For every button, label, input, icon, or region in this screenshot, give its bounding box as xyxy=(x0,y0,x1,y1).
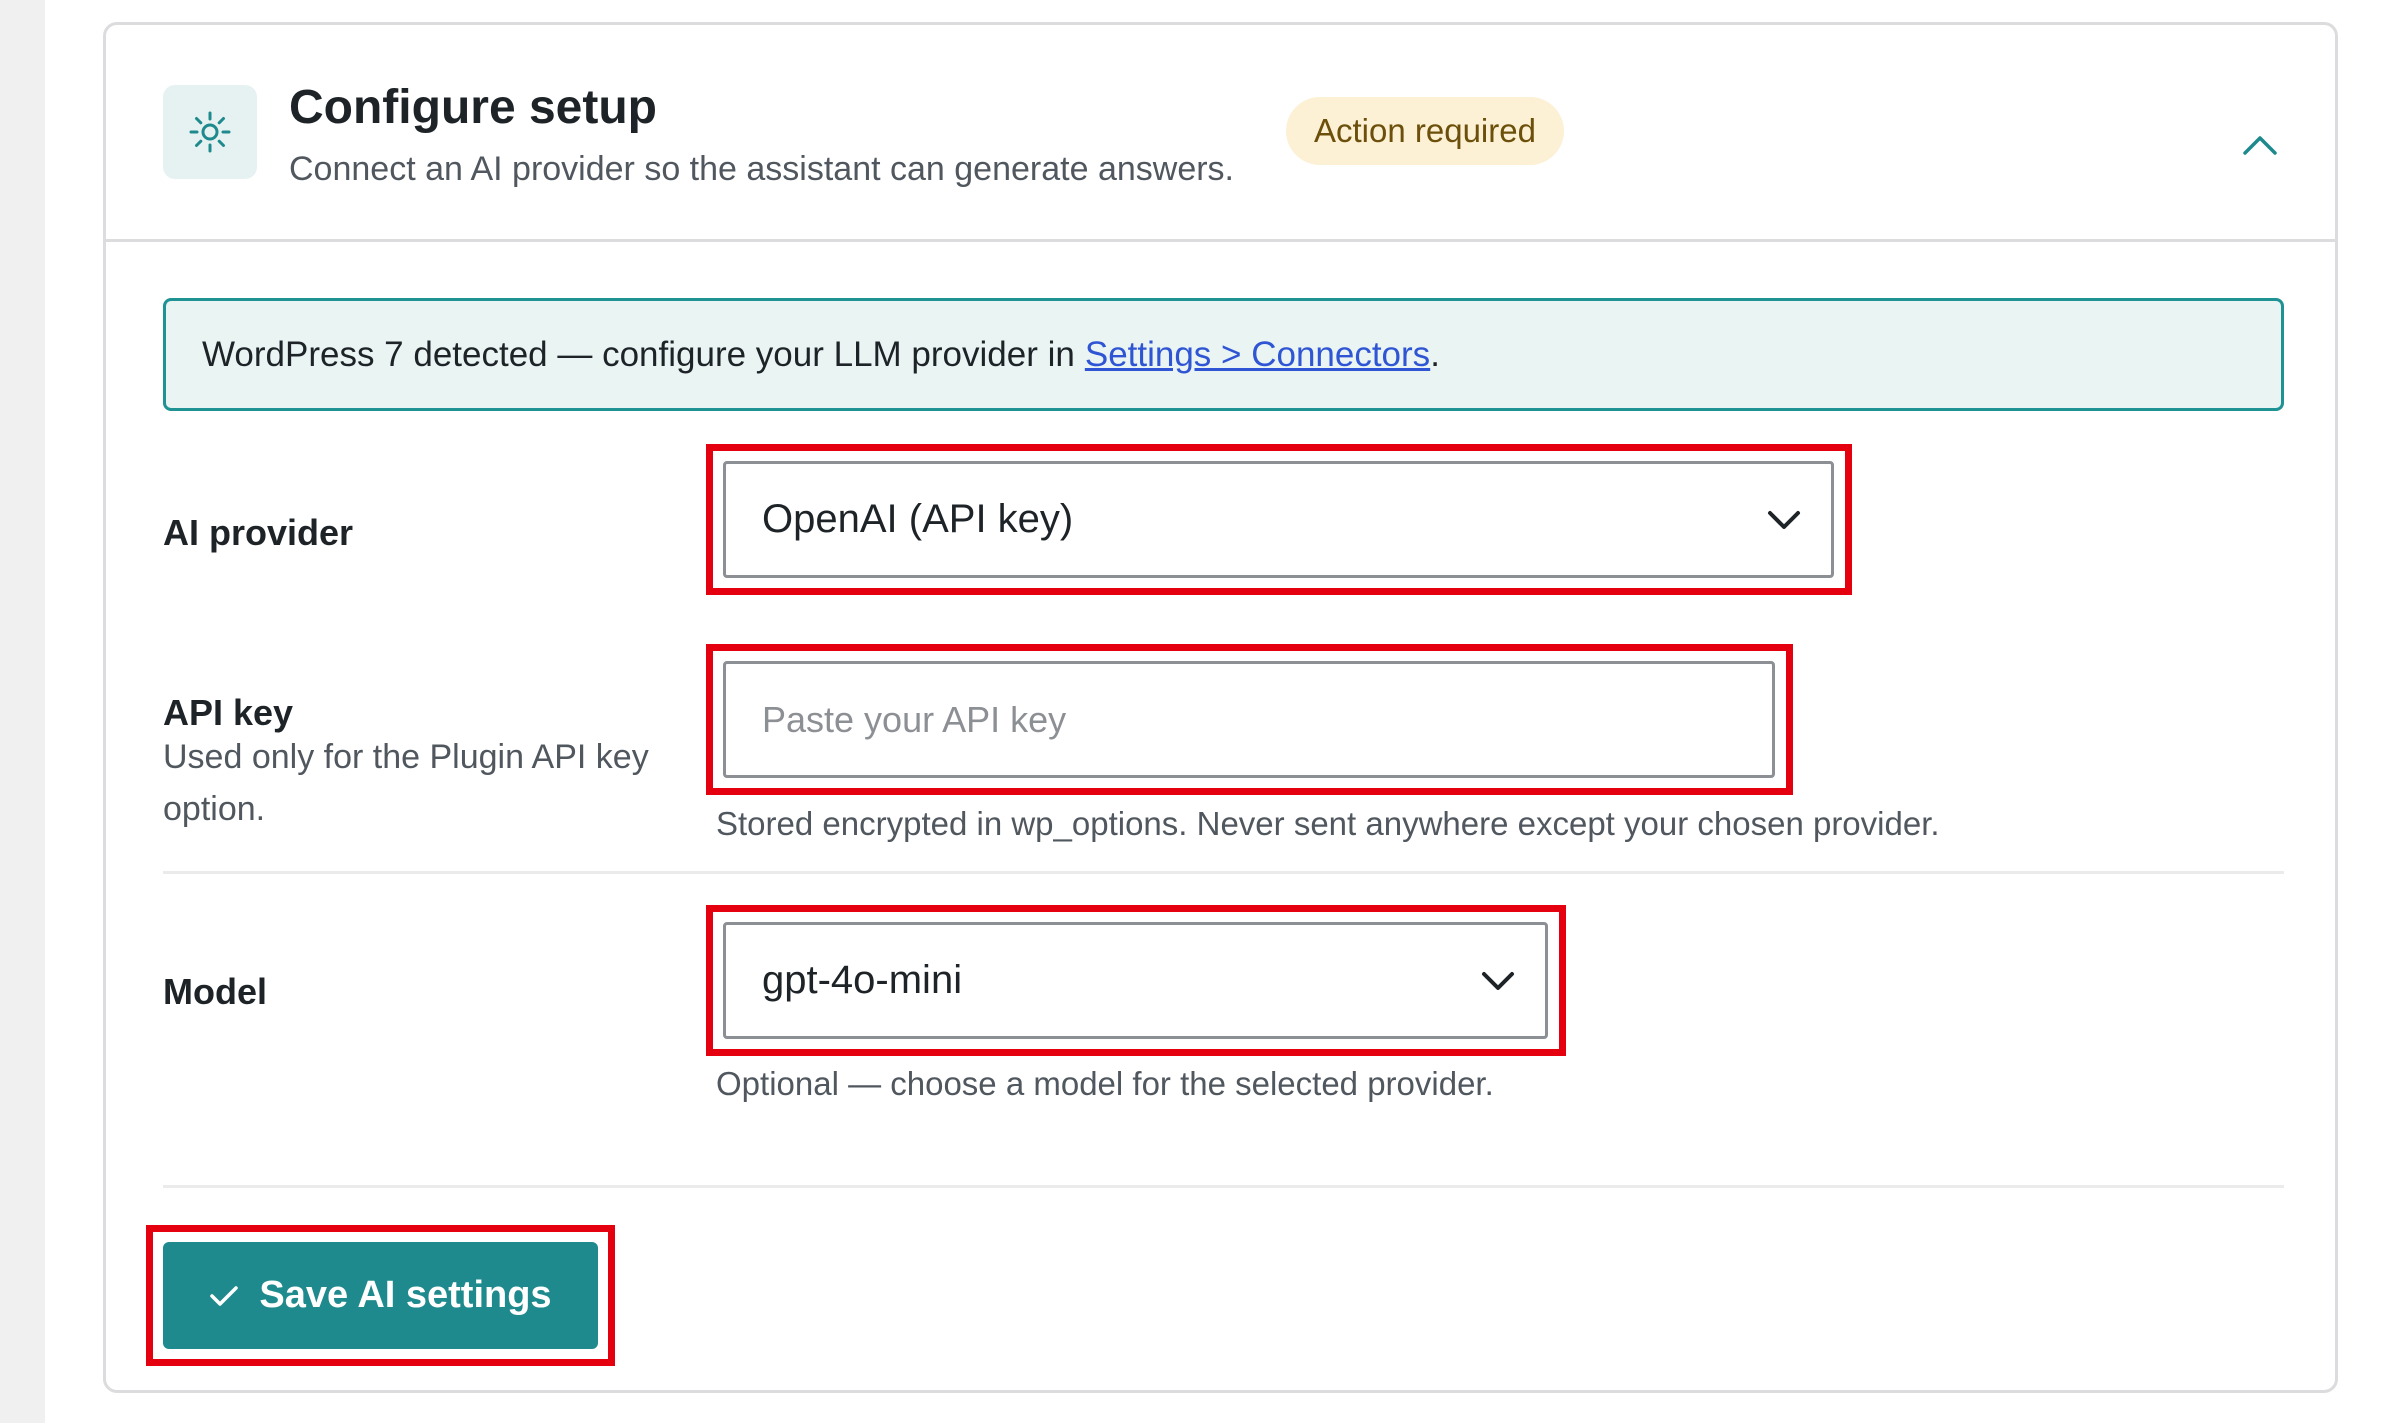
chevron-down-icon xyxy=(1482,971,1514,990)
model-help: Optional — choose a model for the select… xyxy=(716,1065,1494,1102)
ai-provider-label: AI provider xyxy=(163,512,354,553)
card-header[interactable]: Configure setup Connect an AI provider s… xyxy=(106,25,2335,242)
chevron-down-icon xyxy=(1768,510,1800,529)
save-ai-settings-button[interactable]: Save AI settings xyxy=(163,1242,598,1349)
api-key-input[interactable] xyxy=(723,661,1775,778)
model-select[interactable]: gpt-4o-mini xyxy=(723,922,1548,1039)
notice-suffix: . xyxy=(1430,334,1440,374)
api-key-label: API key xyxy=(163,692,294,733)
save-button-label: Save AI settings xyxy=(259,1274,552,1316)
chevron-up-icon xyxy=(2243,136,2277,155)
model-label: Model xyxy=(163,971,267,1012)
configure-setup-card: Configure setup Connect an AI provider s… xyxy=(103,22,2338,1393)
wordpress-notice: WordPress 7 detected — configure your LL… xyxy=(163,298,2284,411)
settings-connectors-link[interactable]: Settings > Connectors xyxy=(1085,335,1430,375)
collapse-button[interactable] xyxy=(2235,120,2285,170)
card-title: Configure setup xyxy=(289,81,657,134)
notice-text: WordPress 7 detected — configure your LL… xyxy=(202,334,1075,374)
api-key-help: Stored encrypted in wp_options. Never se… xyxy=(716,805,1940,842)
api-key-description: Used only for the Plugin API key option. xyxy=(163,738,649,828)
card-subtitle: Connect an AI provider so the assistant … xyxy=(289,150,1234,188)
admin-sidebar-edge xyxy=(0,0,45,1423)
checkmark-icon xyxy=(210,1285,239,1306)
actions-divider xyxy=(163,1185,2284,1188)
field-divider xyxy=(163,871,2284,874)
gear-sun-icon xyxy=(163,85,257,179)
ai-provider-select[interactable]: OpenAI (API key) xyxy=(723,461,1834,578)
status-badge: Action required xyxy=(1286,97,1564,165)
ai-provider-value: OpenAI (API key) xyxy=(762,497,1074,541)
model-value: gpt-4o-mini xyxy=(762,958,963,1002)
